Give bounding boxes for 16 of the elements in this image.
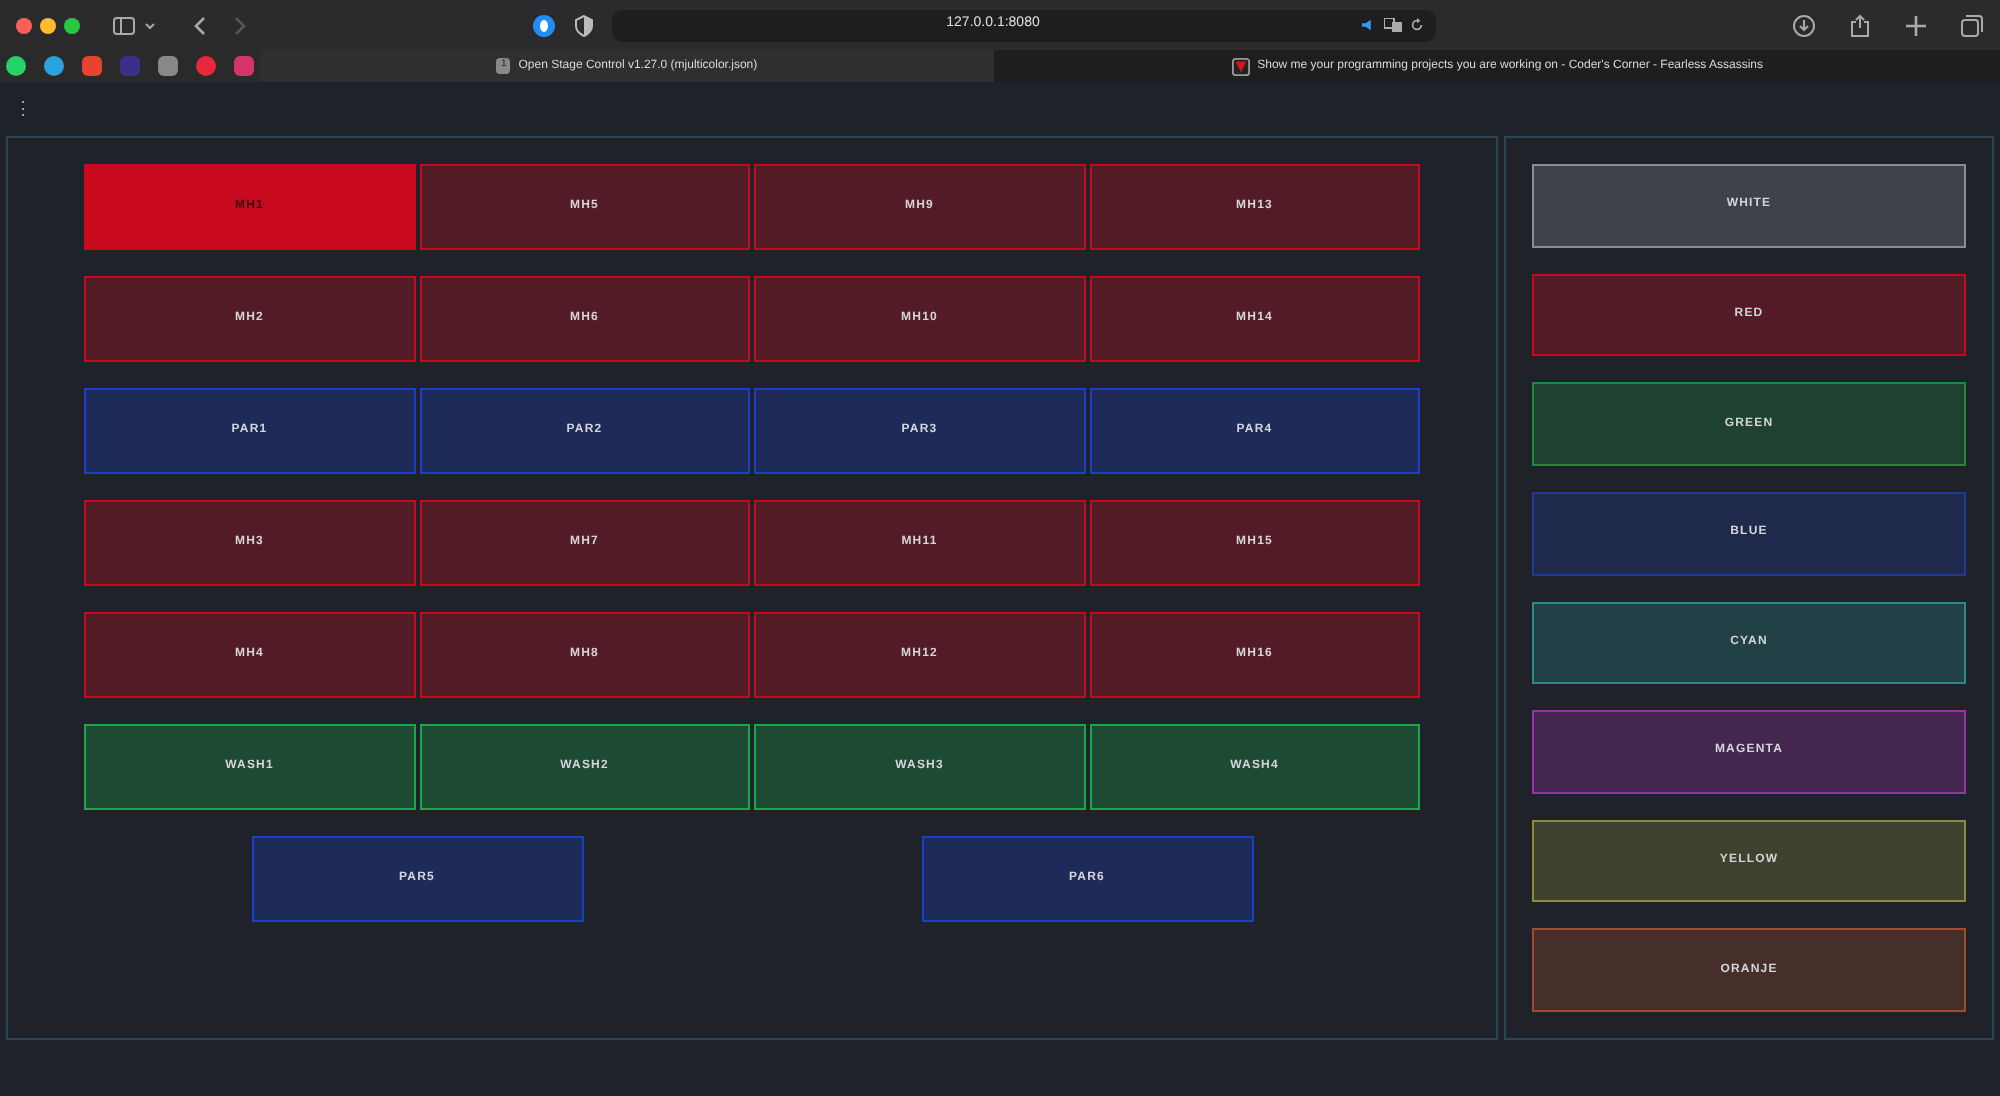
sidebar-icon[interactable] xyxy=(112,13,136,37)
menu-icon[interactable]: ⋮ xyxy=(14,95,32,123)
shield-icon[interactable] xyxy=(532,13,556,37)
zoom-button[interactable] xyxy=(64,17,80,33)
close-button[interactable] xyxy=(16,17,32,33)
minimize-button[interactable] xyxy=(40,17,56,33)
share-icon[interactable] xyxy=(1848,13,1872,37)
plus-icon[interactable] xyxy=(1904,13,1928,37)
site-favicon-icon xyxy=(1231,57,1250,75)
tabs-overview-icon[interactable] xyxy=(1960,13,1984,37)
translate-icon[interactable] xyxy=(1384,18,1402,32)
reload-icon[interactable] xyxy=(1410,18,1424,32)
half-shield-icon[interactable] xyxy=(572,13,596,37)
speaker-icon[interactable] xyxy=(1362,18,1376,32)
chevron-down-icon[interactable] xyxy=(144,19,156,31)
download-icon[interactable] xyxy=(1792,13,1816,37)
